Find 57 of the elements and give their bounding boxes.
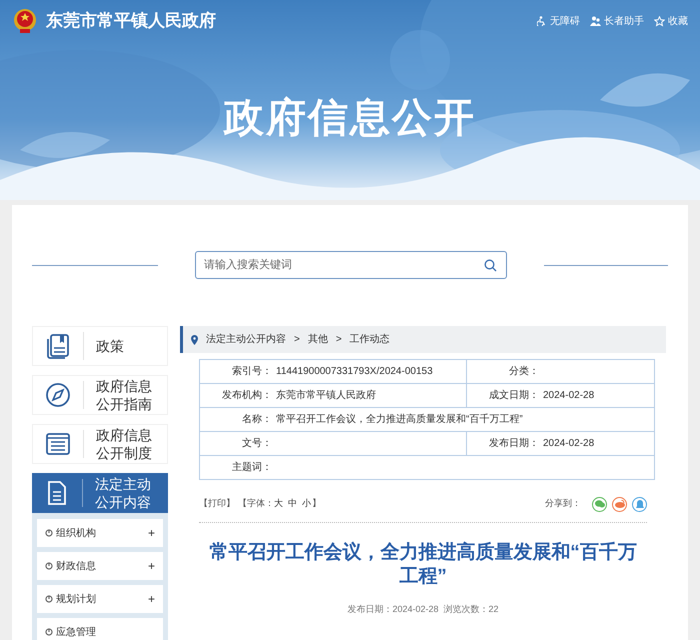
field-label: 主题词： — [231, 460, 272, 475]
wheelchair-icon — [537, 16, 547, 26]
font-size-link[interactable]: 小 — [302, 497, 311, 511]
location-icon — [191, 334, 198, 344]
list-icon — [45, 431, 71, 457]
share-button[interactable] — [592, 496, 607, 512]
sidebar-item[interactable]: 法定主动公开内容 — [32, 473, 168, 513]
font-size-link[interactable]: 大 — [274, 497, 283, 511]
field-value: 东莞市常平镇人民政府 — [276, 388, 376, 403]
submenu-item[interactable]: 规划计划 + — [37, 585, 163, 613]
share-button[interactable] — [632, 496, 647, 512]
field-label: 文号： — [241, 436, 272, 451]
field-label: 名称： — [241, 413, 272, 427]
field-label: 发布日期： — [488, 436, 539, 451]
sidebar-item[interactable]: 政策 — [32, 326, 168, 366]
field-label: 分类： — [508, 364, 539, 379]
font-size-label: 【字体： — [238, 497, 274, 510]
field-value: 2024-02-28 — [543, 437, 594, 451]
submenu-item[interactable]: 应急管理 — [37, 618, 163, 640]
submenu-item[interactable]: 财政信息 + — [37, 552, 163, 580]
star-icon — [654, 16, 665, 26]
share-button[interactable] — [612, 496, 627, 512]
people-icon — [590, 16, 601, 26]
field-value: 常平召开工作会议，全力推进高质量发展和“百千万工程” — [276, 412, 523, 427]
bullet-icon — [45, 595, 53, 603]
sidebar-item[interactable]: 政府信息公开制度 — [32, 424, 168, 464]
search-icon — [484, 259, 497, 272]
breadcrumb-link[interactable]: 其他 — [308, 332, 328, 347]
book-icon — [45, 333, 71, 359]
field-value: 11441900007331793X/2024-00153 — [276, 365, 433, 379]
bullet-icon — [45, 529, 53, 537]
breadcrumb-separator: > — [336, 333, 342, 347]
emblem-icon — [12, 8, 38, 34]
print-link[interactable]: 【打印】 — [199, 497, 235, 511]
expand-icon[interactable]: + — [148, 590, 155, 608]
expand-icon[interactable]: + — [148, 524, 155, 542]
submenu-item[interactable]: 组织机构 + — [37, 519, 163, 547]
field-label: 发布机构： — [221, 388, 272, 403]
bullet-icon — [45, 562, 53, 570]
compass-icon — [45, 382, 71, 408]
breadcrumb-link[interactable]: 工作动态 — [350, 332, 390, 347]
share-label: 分享到： — [545, 497, 581, 510]
search-field[interactable]: 请输入搜索关键词 — [194, 251, 507, 279]
site-name: 东莞市常平镇人民政府 — [46, 10, 216, 32]
article-meta: 发布日期：2024-02-28 浏览次数：22 — [346, 603, 500, 616]
sidebar-item[interactable]: 政府信息公开指南 — [32, 375, 168, 415]
article-title: 常平召开工作会议，全力推进高质量发展和“百千万工程” — [208, 541, 638, 589]
field-value: 2024-02-28 — [543, 389, 594, 403]
breadcrumb-separator: > — [294, 333, 300, 347]
bullet-icon — [45, 628, 53, 636]
bracket-text: 】 — [312, 497, 321, 510]
font-size-link[interactable]: 中 — [288, 497, 297, 511]
field-label: 索引号： — [231, 364, 272, 379]
field-label: 成文日期： — [488, 388, 539, 403]
expand-icon[interactable]: + — [148, 557, 155, 575]
breadcrumb-link[interactable]: 法定主动公开内容 — [206, 332, 286, 347]
banner-title: 政府信息公开 — [224, 95, 476, 142]
